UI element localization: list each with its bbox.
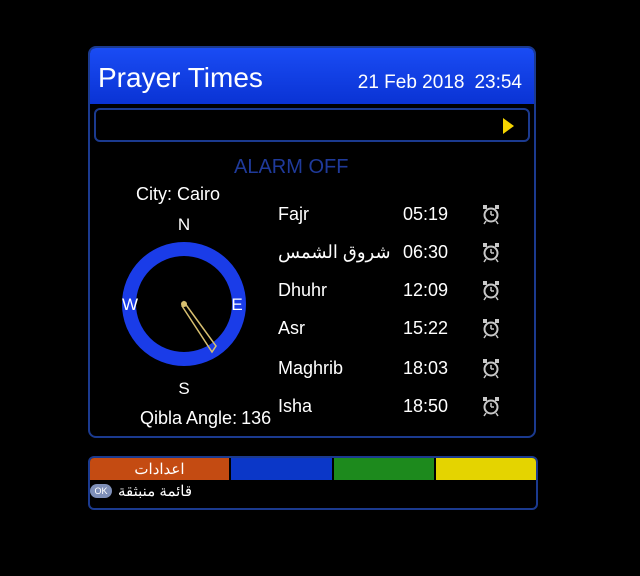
alarm-clock-icon[interactable] — [480, 278, 502, 302]
title-bar: Prayer Times 21 Feb 2018 23:54 — [90, 48, 534, 104]
prayer-row[interactable]: شروق الشمس 06:30 — [278, 242, 518, 276]
compass-center — [181, 301, 187, 307]
city-name: Cairo — [177, 184, 221, 204]
arrow-right-icon[interactable] — [503, 118, 514, 134]
compass-north-label: N — [178, 215, 190, 234]
prayer-row[interactable]: Asr 15:22 — [278, 318, 518, 352]
ok-button[interactable]: OK — [90, 484, 112, 498]
prayer-time: 18:03 — [403, 358, 449, 378]
qibla-value: 136 — [241, 408, 272, 428]
prayer-time: 15:22 — [403, 318, 449, 338]
alarm-clock-icon[interactable] — [480, 240, 502, 264]
prayer-name: Dhuhr — [278, 280, 328, 300]
prayer-name: Maghrib — [278, 358, 344, 378]
prayer-name: Asr — [278, 318, 305, 338]
red-key-button[interactable]: اعدادات — [90, 458, 229, 480]
prayer-time: 05:19 — [403, 204, 449, 224]
page-title: Prayer Times — [98, 62, 263, 93]
ok-label: قائمة منبثقة — [118, 483, 193, 500]
prayer-row[interactable]: Fajr 05:19 — [278, 204, 518, 238]
prayer-times-window: Prayer Times 21 Feb 2018 23:54 ALARM OFF … — [88, 46, 536, 438]
current-date: 21 Feb 2018 — [357, 72, 465, 93]
prayer-row[interactable]: Dhuhr 12:09 — [278, 280, 518, 314]
qibla-label: Qibla Angle: — [140, 408, 238, 428]
alarm-status: ALARM OFF — [234, 156, 349, 178]
compass-east-label: E — [231, 295, 242, 314]
prayer-name: Isha — [278, 396, 313, 416]
city-info: City: Cairo — [136, 184, 220, 205]
yellow-key-button[interactable] — [436, 458, 536, 480]
color-keys: اعدادات — [90, 458, 536, 480]
alarm-clock-icon[interactable] — [480, 316, 502, 340]
compass-west-label: W — [122, 295, 138, 314]
alarm-clock-icon[interactable] — [480, 356, 502, 380]
current-time: 23:54 — [474, 72, 522, 93]
prayer-row[interactable]: Isha 18:50 — [278, 396, 518, 430]
navigation-bar — [94, 108, 530, 142]
prayer-time: 12:09 — [403, 280, 449, 300]
bottom-bar: اعدادات OK قائمة منبثقة — [88, 456, 538, 510]
blue-key-button[interactable] — [231, 458, 332, 480]
alarm-clock-icon[interactable] — [480, 202, 502, 226]
prayer-time: 18:50 — [403, 396, 449, 416]
alarm-clock-icon[interactable] — [480, 394, 502, 418]
green-key-button[interactable] — [334, 458, 434, 480]
qibla-compass: N S W E — [122, 215, 246, 398]
date-time: 21 Feb 2018 23:54 — [348, 72, 522, 94]
qibla-angle: Qibla Angle: 136 — [136, 408, 271, 429]
prayer-time: 06:30 — [403, 242, 449, 262]
compass-south-label: S — [178, 379, 189, 398]
red-key-label: اعدادات — [134, 461, 185, 478]
city-label: City: — [136, 184, 172, 204]
prayer-name: Fajr — [278, 204, 309, 224]
prayer-name: شروق الشمس — [278, 242, 391, 262]
prayer-row[interactable]: Maghrib 18:03 — [278, 358, 518, 392]
